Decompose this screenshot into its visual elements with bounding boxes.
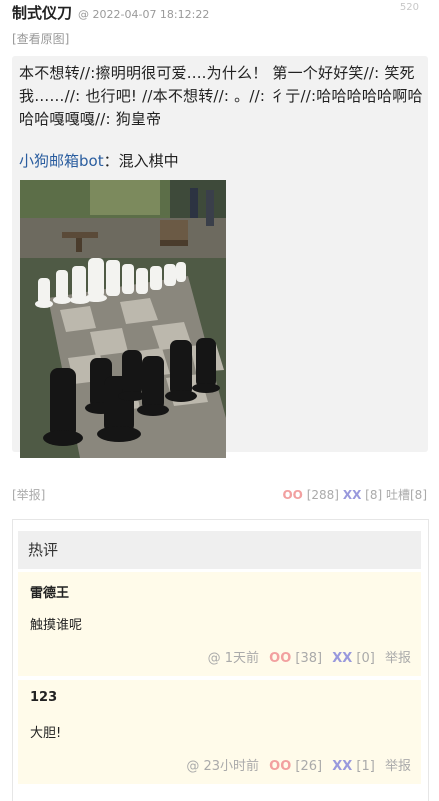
view-original-link[interactable]: [查看原图]: [12, 30, 69, 47]
comment-report-button[interactable]: 举报: [385, 759, 411, 774]
comment-oo-count: [26]: [295, 759, 323, 774]
post-actions: [举报] OO [288] XX [8] 吐槽[8]: [12, 486, 427, 504]
forward-separator: ：: [103, 152, 119, 170]
forward-text: 混入棋中: [118, 152, 179, 170]
comment-user[interactable]: 雷德王: [30, 582, 69, 601]
comment-oo-count: [38]: [295, 651, 323, 666]
comment-footer: @ 23小时前 OO [26] XX [1] 举报: [186, 755, 411, 774]
comment-xx-count: [1]: [356, 759, 375, 774]
comment-time: @ 1天前: [207, 651, 260, 666]
comment-item: 123 大胆! @ 23小时前 OO [26] XX [1] 举报: [18, 680, 421, 784]
quote-text: 本不想转//:擦明明很可爱....为什么！ 第一个好好笑//: 笑死我……//:…: [19, 64, 423, 128]
forward-line: 小狗邮箱bot：混入棋中: [19, 150, 179, 171]
comment-oo-button[interactable]: OO: [269, 759, 291, 774]
comment-xx-button[interactable]: XX: [332, 651, 352, 666]
oo-count: [288]: [306, 488, 339, 502]
oo-button[interactable]: OO: [282, 488, 302, 502]
post-id[interactable]: 520: [400, 2, 419, 13]
comment-item: 雷德王 触摸谁呢 @ 1天前 OO [38] XX [0] 举报: [18, 572, 421, 676]
post-author[interactable]: 制式仪刀: [12, 4, 72, 22]
post-timestamp: @ 2022-04-07 18:12:22: [78, 8, 210, 21]
hot-comments-section: 热评 雷德王 触摸谁呢 @ 1天前 OO [38] XX [0] 举报 123 …: [12, 519, 429, 801]
comment-report-button[interactable]: 举报: [385, 651, 411, 666]
chess-photo: [20, 180, 226, 458]
xx-button[interactable]: XX: [343, 488, 362, 502]
comment-time: @ 23小时前: [186, 759, 260, 774]
comment-xx-button[interactable]: XX: [332, 759, 352, 774]
bot-name[interactable]: 小狗邮箱bot: [19, 152, 104, 170]
post-image[interactable]: [20, 180, 226, 458]
post-card: 本不想转//:擦明明很可爱....为什么！ 第一个好好笑//: 笑死我……//:…: [12, 56, 428, 458]
hot-comments-title: 热评: [18, 531, 421, 569]
comment-text: 大胆!: [30, 726, 62, 741]
post-page: 制式仪刀 @ 2022-04-07 18:12:22 520 [查看原图] 本不想…: [0, 0, 439, 801]
comment-user[interactable]: 123: [30, 690, 57, 705]
comment-footer: @ 1天前 OO [38] XX [0] 举报: [208, 647, 411, 666]
post-header: 制式仪刀 @ 2022-04-07 18:12:22: [12, 2, 429, 22]
tucao-count: [8]: [410, 488, 427, 502]
xx-count: [8]: [365, 488, 383, 502]
report-button[interactable]: [举报]: [12, 486, 45, 503]
vote-bar: OO [288] XX [8] 吐槽[8]: [282, 486, 427, 503]
comment-oo-button[interactable]: OO: [269, 651, 291, 666]
comment-xx-count: [0]: [356, 651, 375, 666]
comment-text: 触摸谁呢: [30, 618, 83, 633]
tucao-button[interactable]: 吐槽: [386, 488, 410, 502]
